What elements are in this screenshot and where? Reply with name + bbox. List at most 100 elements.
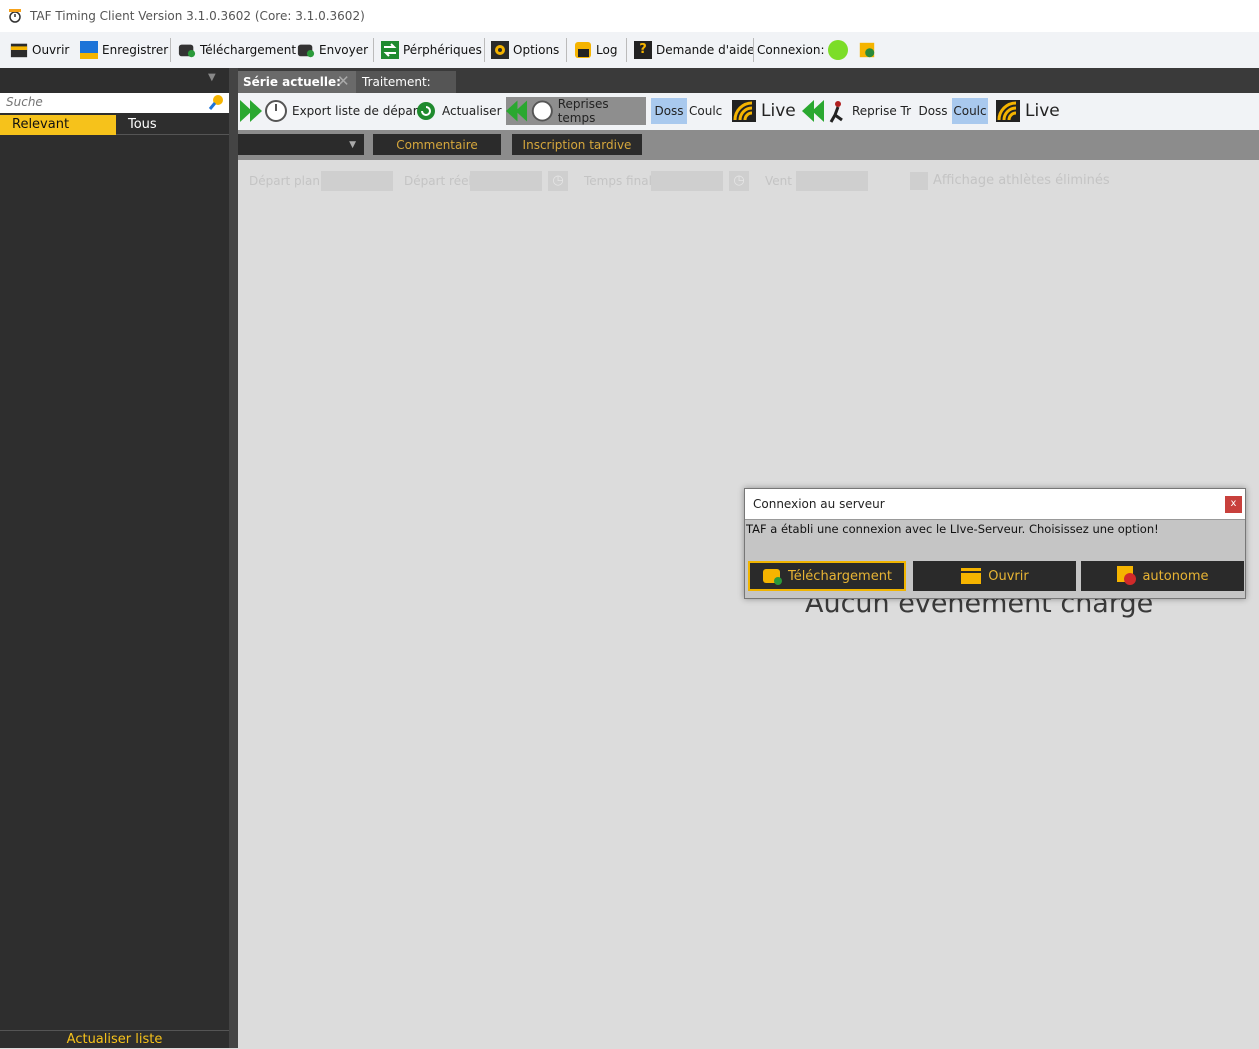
standalone-icon: [1117, 566, 1137, 585]
filter-all-tab[interactable]: Tous: [116, 115, 229, 135]
export-start-list-button[interactable]: Export liste de départ: [240, 98, 422, 124]
bib-toggle-1[interactable]: Doss: [651, 98, 687, 124]
refresh-list-button[interactable]: Actualiser liste: [0, 1030, 229, 1049]
show-eliminated-checkbox[interactable]: [910, 172, 928, 190]
title-bar: TAF Timing Client Version 3.1.0.3602 (Co…: [0, 0, 1259, 32]
export-stopwatch-icon: [240, 100, 287, 122]
log-icon: [575, 42, 591, 58]
search-icon[interactable]: [208, 94, 225, 111]
show-eliminated-label: Affichage athlètes éliminés: [933, 173, 1110, 188]
late-registration-button[interactable]: Inscription tardive: [512, 134, 642, 155]
series-dropdown[interactable]: ▼: [238, 134, 364, 155]
folder-icon: [961, 568, 982, 584]
wind-field[interactable]: [796, 171, 868, 191]
refresh-icon: [417, 102, 435, 120]
live-button-1[interactable]: Live: [732, 98, 796, 124]
dialog-close-button[interactable]: x: [1225, 496, 1242, 513]
lane-toggle-2[interactable]: Coulc: [952, 98, 988, 124]
actual-start-field[interactable]: [470, 171, 542, 191]
upload-server-icon: [297, 44, 315, 58]
help-icon: ?: [634, 41, 652, 59]
time-recovery-button[interactable]: Reprises temps: [506, 97, 646, 125]
save-button[interactable]: Enregistrer: [80, 38, 168, 62]
dialog-open-button[interactable]: Ouvrir: [913, 561, 1076, 591]
live-label-2: Live: [1025, 101, 1060, 121]
recovery-stopwatch-icon: [506, 100, 553, 122]
download-server-icon: [178, 44, 196, 58]
floppy-icon: [80, 41, 98, 59]
live-signal-icon: [732, 100, 756, 122]
tab-current-series[interactable]: Série actuelle: ✕: [238, 71, 356, 93]
lane-toggle-1[interactable]: Coulc: [689, 98, 725, 124]
live-button-2[interactable]: Live: [996, 98, 1060, 124]
download-server-icon: [762, 569, 782, 585]
dialog-open-label: Ouvrir: [988, 568, 1029, 584]
dialog-titlebar: Connexion au serveur x: [745, 489, 1245, 520]
wind-label: Vent: [765, 174, 792, 188]
standalone-mode-button[interactable]: [858, 38, 880, 62]
dialog-download-button[interactable]: Téléchargement: [748, 561, 906, 591]
help-button[interactable]: ? Demande d'aide: [634, 38, 755, 62]
planned-start-label: Départ plan.: [249, 174, 324, 188]
stopwatch-icon[interactable]: ◷: [548, 171, 568, 191]
toolbar-separator: [170, 38, 171, 62]
left-panel: ▼ Relevant Tous Actualiser liste: [0, 68, 229, 1048]
recovery-tr-label: Reprise Tr: [852, 104, 912, 118]
comment-button[interactable]: Commentaire: [373, 134, 501, 155]
dialog-title: Connexion au serveur: [753, 497, 885, 511]
search-input[interactable]: [0, 93, 196, 111]
folder-icon: [10, 43, 28, 58]
final-time-field[interactable]: [651, 171, 723, 191]
export-label: Export liste de départ: [292, 104, 423, 118]
server-connection-dialog: Connexion au serveur x TAF a établi une …: [744, 488, 1246, 599]
live-label-1: Live: [761, 101, 796, 121]
open-button[interactable]: Ouvrir: [10, 38, 69, 62]
panel-splitter[interactable]: [229, 68, 238, 1048]
series-toolbar: Export liste de départ Actualiser Repris…: [238, 93, 1259, 130]
save-label: Enregistrer: [102, 43, 169, 57]
standalone-icon: [859, 42, 875, 58]
download-button[interactable]: Téléchargement: [178, 38, 296, 62]
collapse-arrow-icon[interactable]: ▼: [208, 72, 220, 84]
chevron-down-icon: ▼: [349, 139, 356, 150]
dialog-standalone-label: autonome: [1142, 568, 1209, 584]
dialog-message: TAF a établi une connexion avec le LIve-…: [746, 522, 1159, 536]
dialog-standalone-button[interactable]: autonome: [1081, 561, 1244, 591]
devices-button[interactable]: Pérphériques: [381, 38, 482, 62]
connection-label: Connexion:: [757, 43, 825, 57]
action-bar: ▼ Commentaire Inscription tardive: [238, 130, 1259, 160]
devices-icon: [381, 41, 399, 59]
dialog-download-label: Téléchargement: [787, 568, 893, 584]
timing-fields-row: Départ plan. Départ réel ◷ Temps final ◷…: [238, 168, 1259, 196]
refresh-label: Actualiser: [442, 104, 502, 118]
app-icon: [9, 9, 21, 23]
planned-start-field[interactable]: [321, 171, 393, 191]
toolbar-separator: [484, 38, 485, 62]
download-label: Téléchargement: [200, 43, 297, 57]
bib-toggle-2[interactable]: Doss: [916, 98, 950, 124]
search-box: [0, 93, 229, 113]
tab-current-series-label: Série actuelle:: [243, 75, 341, 89]
recovery-runner-icon: [802, 100, 843, 123]
options-label: Options: [513, 43, 560, 57]
send-button[interactable]: Envoyer: [297, 38, 368, 62]
refresh-button[interactable]: Actualiser: [416, 98, 502, 124]
toolbar-separator: [753, 38, 754, 62]
connection-status-dot: [827, 40, 848, 60]
recovery-tr-button[interactable]: Reprise Tr: [802, 98, 911, 124]
stopwatch-icon[interactable]: ◷: [729, 171, 749, 191]
filter-relevant-tab[interactable]: Relevant: [0, 115, 116, 135]
log-button[interactable]: Log: [574, 38, 617, 62]
main-toolbar: Ouvrir Enregistrer Téléchargement Envoye…: [0, 32, 1259, 69]
actual-start-label: Départ réel: [404, 174, 472, 188]
connection-indicator[interactable]: Connexion:: [757, 38, 848, 62]
tab-bar: Série actuelle: ✕ Traitement:: [238, 68, 1259, 93]
devices-label: Pérphériques: [403, 43, 482, 57]
tab-processing-label: Traitement:: [362, 75, 431, 89]
tab-processing[interactable]: Traitement:: [356, 71, 456, 93]
help-label: Demande d'aide: [656, 43, 755, 57]
gear-icon: [491, 41, 509, 59]
time-recovery-label: Reprises temps: [557, 97, 609, 125]
options-button[interactable]: Options: [491, 38, 559, 62]
close-icon[interactable]: ✕: [337, 72, 350, 90]
